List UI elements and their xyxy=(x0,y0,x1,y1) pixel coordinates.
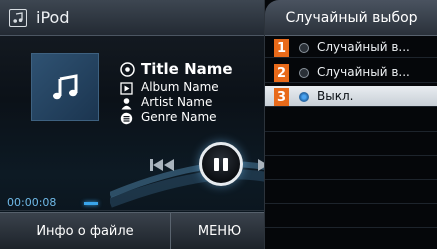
radio-button[interactable] xyxy=(299,68,309,78)
option-label: Случайный в... xyxy=(317,65,410,79)
panel-header: Случайный выбор xyxy=(265,0,437,36)
panel-title: Случайный выбор xyxy=(285,10,418,26)
music-note-icon xyxy=(53,74,78,100)
file-info-button[interactable]: Инфо о файле xyxy=(0,213,170,249)
track-title-row: Title Name xyxy=(120,60,233,78)
ipod-icon xyxy=(9,9,27,27)
empty-list-row xyxy=(265,181,437,204)
random-option-3[interactable]: 3 Выкл. xyxy=(265,86,437,107)
random-mode-panel: Случайный выбор 1 Случайный в... 2 Случа… xyxy=(264,0,437,249)
player-bottom-bar: Инфо о файле МЕНЮ xyxy=(0,212,268,249)
option-label: Выкл. xyxy=(317,89,354,103)
previous-button[interactable] xyxy=(148,157,178,171)
player-pane: iPod Title Name Album Name Artist Name G… xyxy=(0,0,268,249)
player-header: iPod xyxy=(0,0,268,36)
empty-list-row xyxy=(265,229,437,249)
menu-button[interactable]: МЕНЮ xyxy=(170,213,268,249)
album-name: Album Name xyxy=(141,80,219,94)
album-icon xyxy=(120,80,134,95)
artist-row: Artist Name xyxy=(120,95,213,110)
previous-icon xyxy=(150,159,174,171)
artist-icon xyxy=(120,95,134,110)
empty-list-row xyxy=(265,109,437,132)
progress-indicator[interactable] xyxy=(84,202,98,205)
genre-icon xyxy=(120,110,134,125)
pause-button[interactable] xyxy=(199,142,243,186)
radio-button-selected[interactable] xyxy=(299,92,309,102)
option-number-badge: 1 xyxy=(274,39,289,57)
source-title: iPod xyxy=(36,8,70,27)
option-label: Случайный в... xyxy=(317,40,410,54)
option-number-badge: 2 xyxy=(274,64,289,82)
random-option-2[interactable]: 2 Случайный в... xyxy=(265,62,437,83)
genre-name: Genre Name xyxy=(141,110,217,124)
elapsed-time: 00:00:08 xyxy=(7,196,57,209)
title-icon xyxy=(120,62,135,77)
album-row: Album Name xyxy=(120,80,219,95)
decorative-swirl xyxy=(110,161,268,208)
random-option-1[interactable]: 1 Случайный в... xyxy=(265,37,437,58)
artist-name: Artist Name xyxy=(141,95,213,109)
album-art xyxy=(31,53,99,121)
genre-row: Genre Name xyxy=(120,110,217,125)
option-number-badge: 3 xyxy=(274,88,289,106)
empty-list-row xyxy=(265,157,437,180)
progress-bar[interactable] xyxy=(0,210,268,211)
empty-list-row xyxy=(265,133,437,156)
track-title: Title Name xyxy=(141,60,233,78)
empty-list-row xyxy=(265,205,437,228)
radio-button[interactable] xyxy=(299,43,309,53)
